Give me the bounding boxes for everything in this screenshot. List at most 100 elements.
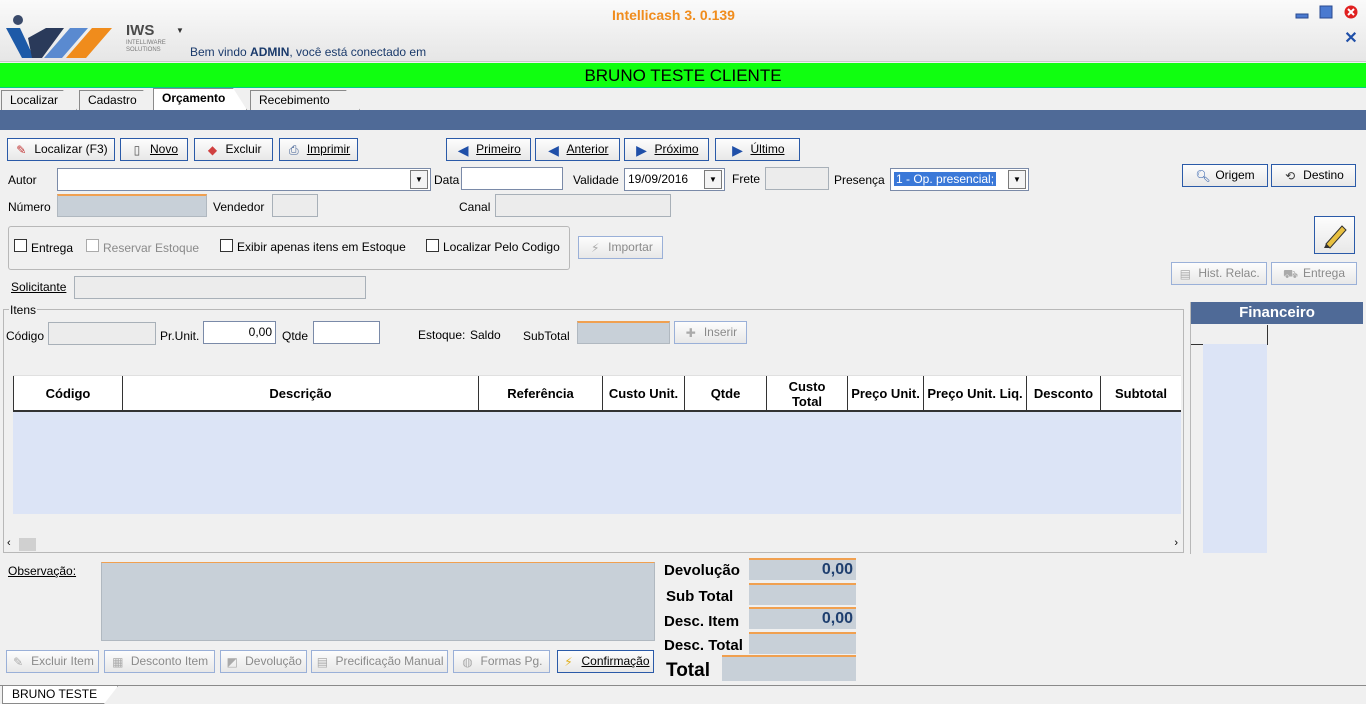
scroll-left-icon[interactable]: ‹ bbox=[7, 537, 11, 549]
chevron-down-icon[interactable]: ▼ bbox=[410, 170, 428, 189]
entrega-toolbar-button[interactable]: ⛟ Entrega bbox=[1271, 262, 1357, 285]
exibir-estoque-checkbox[interactable] bbox=[220, 239, 233, 252]
desconto-item-button[interactable]: ▦ Desconto Item bbox=[104, 650, 215, 673]
excluir-item-button[interactable]: ✎ Excluir Item bbox=[6, 650, 99, 673]
imprimir-button[interactable]: ⎙ Imprimir bbox=[279, 138, 358, 161]
col-preco-unit-liq[interactable]: Preço Unit. Liq. bbox=[924, 376, 1027, 411]
tab-cadastro[interactable]: Cadastro bbox=[79, 90, 157, 110]
magnifier-icon: 🔍︎ bbox=[1195, 168, 1211, 183]
edit-pencil-button[interactable] bbox=[1314, 216, 1355, 254]
destination-icon: ⟲ bbox=[1285, 168, 1296, 183]
vendedor-label: Vendedor bbox=[213, 200, 265, 214]
status-tab-client[interactable]: BRUNO TESTE bbox=[2, 686, 118, 704]
confirmacao-button[interactable]: ⚡︎ Confirmação bbox=[557, 650, 654, 673]
close-icon[interactable] bbox=[1344, 5, 1358, 19]
data-field[interactable] bbox=[461, 167, 563, 190]
chevron-down-icon[interactable]: ▼ bbox=[704, 170, 722, 189]
observacao-field[interactable] bbox=[101, 562, 655, 641]
col-referencia[interactable]: Referência bbox=[479, 376, 603, 411]
solicitante-label: Solicitante bbox=[11, 280, 67, 294]
last-arrow-icon: ▶ bbox=[732, 141, 743, 158]
localizar-button[interactable]: ✎ Localizar (F3) bbox=[7, 138, 115, 161]
hist-relac-button[interactable]: ▤ Hist. Relac. bbox=[1171, 262, 1267, 285]
desc-item-label: Desc. Item bbox=[664, 613, 740, 630]
excluir-button[interactable]: ◆ Excluir bbox=[194, 138, 273, 161]
entrega-checkbox[interactable] bbox=[14, 239, 27, 252]
logo-dropdown-icon[interactable]: ▼ bbox=[176, 26, 184, 35]
col-codigo[interactable]: Código bbox=[13, 376, 123, 411]
tab-bar: Localizar Cadastro Orçamento Recebimento bbox=[0, 88, 1366, 110]
devolucao-total-label: Devolução bbox=[664, 562, 740, 579]
precificacao-manual-button[interactable]: ▤ Precificação Manual bbox=[311, 650, 448, 673]
col-custo-total[interactable]: Custo Total bbox=[767, 376, 848, 411]
reservar-estoque-checkbox[interactable] bbox=[86, 239, 99, 252]
col-descricao[interactable]: Descrição bbox=[123, 376, 479, 411]
frete-label: Frete bbox=[732, 172, 761, 186]
desc-item-value: 0,00 bbox=[749, 607, 856, 629]
devolucao-button[interactable]: ◩ Devolução bbox=[220, 650, 307, 673]
localizar-codigo-label: Localizar Pelo Codigo bbox=[443, 240, 560, 254]
items-grid-header: Código Descrição Referência Custo Unit. … bbox=[13, 375, 1181, 412]
origem-button[interactable]: 🔍︎ Origem bbox=[1182, 164, 1268, 187]
scrollbar-thumb[interactable] bbox=[19, 538, 36, 551]
tab-recebimento[interactable]: Recebimento bbox=[250, 90, 360, 110]
presenca-label: Presença bbox=[834, 173, 885, 187]
prunit-label: Pr.Unit. bbox=[160, 329, 200, 343]
item-subtotal-label: SubTotal bbox=[523, 329, 570, 343]
formas-pg-button[interactable]: ◍ Formas Pg. bbox=[453, 650, 550, 673]
lightning-icon: ⚡︎ bbox=[590, 240, 600, 255]
tab-localizar[interactable]: Localizar bbox=[1, 90, 77, 110]
section-header-bar bbox=[0, 110, 1366, 130]
close-tab-icon[interactable]: ✕ bbox=[1343, 30, 1359, 48]
prunit-field[interactable]: 0,00 bbox=[203, 321, 276, 344]
localizar-codigo-checkbox[interactable] bbox=[426, 239, 439, 252]
destino-button[interactable]: ⟲ Destino bbox=[1271, 164, 1356, 187]
new-document-icon: ▯ bbox=[133, 142, 141, 157]
devolucao-total-value: 0,00 bbox=[749, 558, 856, 580]
canal-field[interactable] bbox=[495, 194, 671, 217]
first-arrow-icon: ◀ bbox=[457, 141, 469, 158]
canal-label: Canal bbox=[459, 200, 491, 214]
scroll-right-icon[interactable]: › bbox=[1174, 537, 1178, 549]
entrega-checkbox-label: Entrega bbox=[31, 241, 74, 255]
saldo-label: Saldo bbox=[470, 328, 501, 342]
col-qtde[interactable]: Qtde bbox=[685, 376, 767, 411]
welcome-message: Bem vindo ADMIN, você está conectado em bbox=[190, 45, 427, 59]
col-desconto[interactable]: Desconto bbox=[1027, 376, 1101, 411]
col-custo-unit[interactable]: Custo Unit. bbox=[603, 376, 685, 411]
anterior-button[interactable]: ◀ Anterior bbox=[535, 138, 620, 161]
ultimo-button[interactable]: ▶ Último bbox=[715, 138, 800, 161]
frete-field[interactable] bbox=[765, 167, 829, 190]
tab-orcamento[interactable]: Orçamento bbox=[153, 88, 247, 110]
data-label: Data bbox=[434, 173, 460, 187]
total-label: Total bbox=[666, 660, 710, 681]
solicitante-field[interactable] bbox=[74, 276, 366, 299]
price-table-icon: ▤ bbox=[316, 654, 329, 669]
eraser-icon: ✎ bbox=[16, 142, 27, 157]
col-subtotal[interactable]: Subtotal bbox=[1101, 376, 1181, 411]
qtde-field[interactable] bbox=[313, 321, 380, 344]
codigo-field[interactable] bbox=[48, 322, 156, 345]
validade-field[interactable]: 19/09/2016 ▼ bbox=[624, 168, 725, 191]
subtotal-label: Sub Total bbox=[666, 588, 734, 605]
importar-button[interactable]: ⚡︎ Importar bbox=[578, 236, 663, 259]
col-preco-unit[interactable]: Preço Unit. bbox=[848, 376, 924, 411]
maximize-icon[interactable] bbox=[1319, 5, 1333, 19]
client-name-bar: BRUNO TESTE CLIENTE bbox=[0, 63, 1366, 88]
observacao-label: Observação: bbox=[8, 564, 77, 578]
inserir-button[interactable]: ✚ Inserir bbox=[674, 321, 747, 344]
autor-select[interactable]: ▼ bbox=[57, 168, 431, 191]
horizontal-scrollbar[interactable]: ‹ › bbox=[4, 536, 1182, 552]
desc-total-value bbox=[749, 632, 856, 654]
novo-button[interactable]: ▯ Novo bbox=[120, 138, 188, 161]
proximo-button[interactable]: ▶ Próximo bbox=[624, 138, 709, 161]
minimize-icon[interactable] bbox=[1295, 5, 1309, 19]
items-grid-body[interactable] bbox=[13, 412, 1181, 514]
autor-label: Autor bbox=[8, 173, 37, 187]
chevron-down-icon[interactable]: ▼ bbox=[1008, 170, 1026, 189]
presenca-select[interactable]: 1 - Op. presencial; ▼ bbox=[890, 168, 1029, 191]
primeiro-button[interactable]: ◀ Primeiro bbox=[446, 138, 531, 161]
financeiro-grid-body[interactable] bbox=[1203, 344, 1267, 553]
numero-label: Número bbox=[8, 200, 51, 214]
vendedor-field[interactable] bbox=[272, 194, 318, 217]
